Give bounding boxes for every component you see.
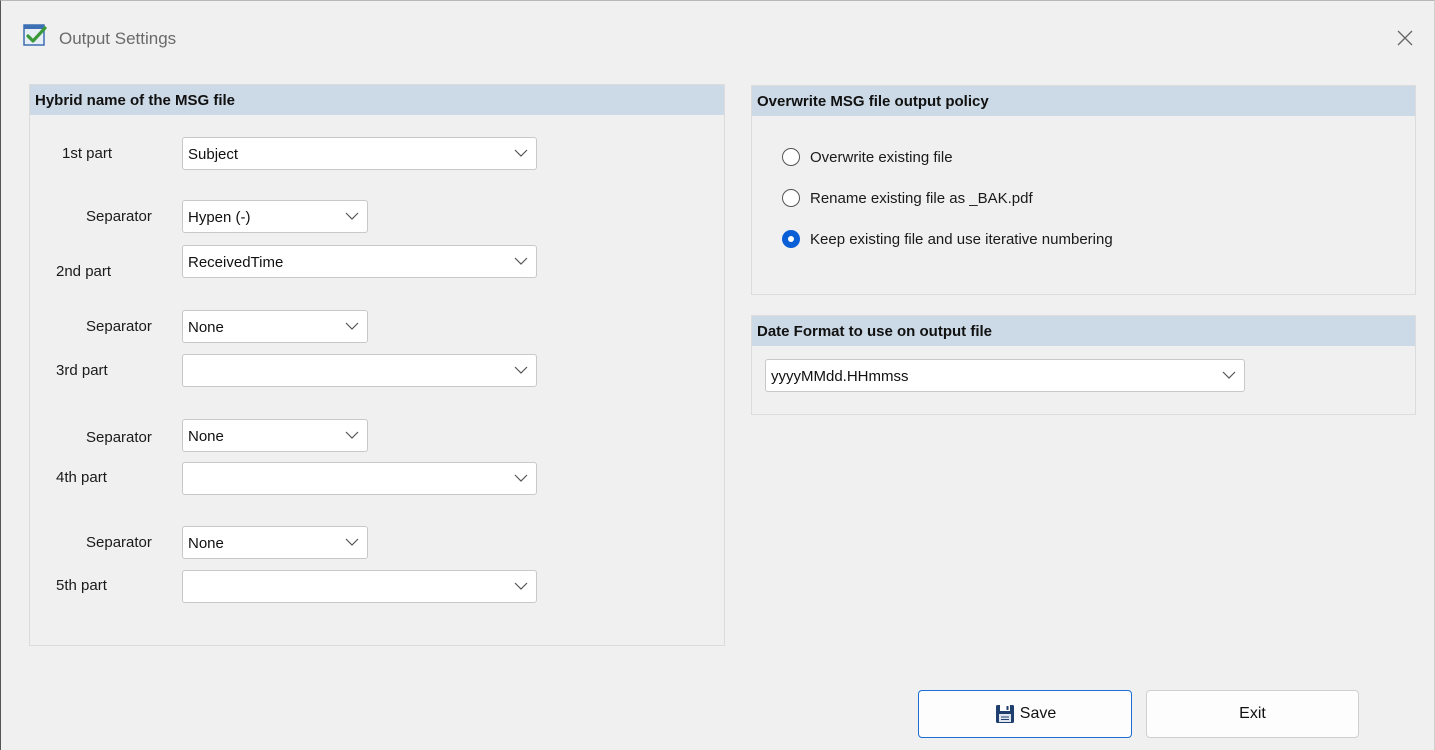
checklist-app-icon: [23, 24, 47, 46]
separator-1-label: Separator: [86, 208, 152, 225]
date-format-header: Date Format to use on output file: [752, 316, 1415, 346]
chevron-down-icon: [514, 149, 528, 157]
chevron-down-icon: [345, 322, 359, 330]
window-title: Output Settings: [59, 29, 177, 48]
separator-3-dropdown[interactable]: None: [182, 419, 368, 452]
chevron-down-icon: [514, 474, 528, 482]
separator-2-label: Separator: [86, 318, 152, 335]
chevron-down-icon: [345, 431, 359, 439]
separator-3-value: None: [188, 428, 224, 445]
exit-button-label: Exit: [1239, 705, 1266, 722]
part-2-value: ReceivedTime: [188, 254, 284, 271]
overwrite-policy-group: Overwrite MSG file output policy Overwri…: [751, 85, 1416, 295]
date-format-dropdown[interactable]: yyyyMMdd.HHmmss: [765, 359, 1245, 392]
chevron-down-icon: [1222, 371, 1236, 379]
radio-button[interactable]: [782, 148, 800, 166]
save-button[interactable]: Save: [918, 690, 1132, 738]
part-1-label: 1st part: [62, 145, 113, 162]
radio-label: Rename existing file as _BAK.pdf: [810, 189, 1033, 207]
radio-label: Keep existing file and use iterative num…: [810, 230, 1113, 248]
chevron-down-icon: [345, 538, 359, 546]
chevron-down-icon: [514, 257, 528, 265]
close-icon: [1397, 30, 1413, 46]
chevron-down-icon: [345, 212, 359, 220]
part-4-dropdown[interactable]: [182, 462, 537, 495]
part-4-label: 4th part: [56, 469, 107, 486]
separator-2-value: None: [188, 319, 224, 336]
hybrid-name-header: Hybrid name of the MSG file: [30, 85, 724, 115]
radio-button-checked[interactable]: [782, 230, 800, 248]
close-button[interactable]: [1390, 23, 1420, 53]
date-format-group: Date Format to use on output file yyyyMM…: [751, 315, 1416, 415]
radio-keep-iterative[interactable]: Keep existing file and use iterative num…: [782, 228, 1113, 250]
floppy-disk-icon: [995, 705, 1014, 723]
radio-label: Overwrite existing file: [810, 148, 953, 166]
separator-1-dropdown[interactable]: Hypen (-): [182, 200, 368, 233]
part-5-dropdown[interactable]: [182, 570, 537, 603]
chevron-down-icon: [514, 582, 528, 590]
part-2-label: 2nd part: [56, 263, 112, 280]
separator-4-value: None: [188, 535, 224, 552]
output-settings-window: Output Settings Hybrid name of the MSG f…: [0, 0, 1435, 750]
date-format-value: yyyyMMdd.HHmmss: [771, 368, 909, 385]
separator-2-dropdown[interactable]: None: [182, 310, 368, 343]
part-3-dropdown[interactable]: [182, 354, 537, 387]
part-2-dropdown[interactable]: ReceivedTime: [182, 245, 537, 278]
part-1-dropdown[interactable]: Subject: [182, 137, 537, 170]
radio-rename-existing[interactable]: Rename existing file as _BAK.pdf: [782, 187, 1033, 209]
overwrite-policy-header: Overwrite MSG file output policy: [752, 86, 1415, 116]
exit-button[interactable]: Exit: [1146, 690, 1359, 738]
title-bar: Output Settings: [1, 1, 1434, 73]
separator-4-label: Separator: [86, 534, 152, 551]
radio-overwrite-existing[interactable]: Overwrite existing file: [782, 146, 953, 168]
part-5-label: 5th part: [56, 577, 107, 594]
chevron-down-icon: [514, 366, 528, 374]
separator-1-value: Hypen (-): [188, 209, 251, 226]
separator-3-label: Separator: [86, 429, 152, 446]
part-3-label: 3rd part: [56, 362, 108, 379]
save-button-label: Save: [1019, 705, 1057, 722]
radio-button[interactable]: [782, 189, 800, 207]
part-1-value: Subject: [188, 146, 239, 163]
separator-4-dropdown[interactable]: None: [182, 526, 368, 559]
